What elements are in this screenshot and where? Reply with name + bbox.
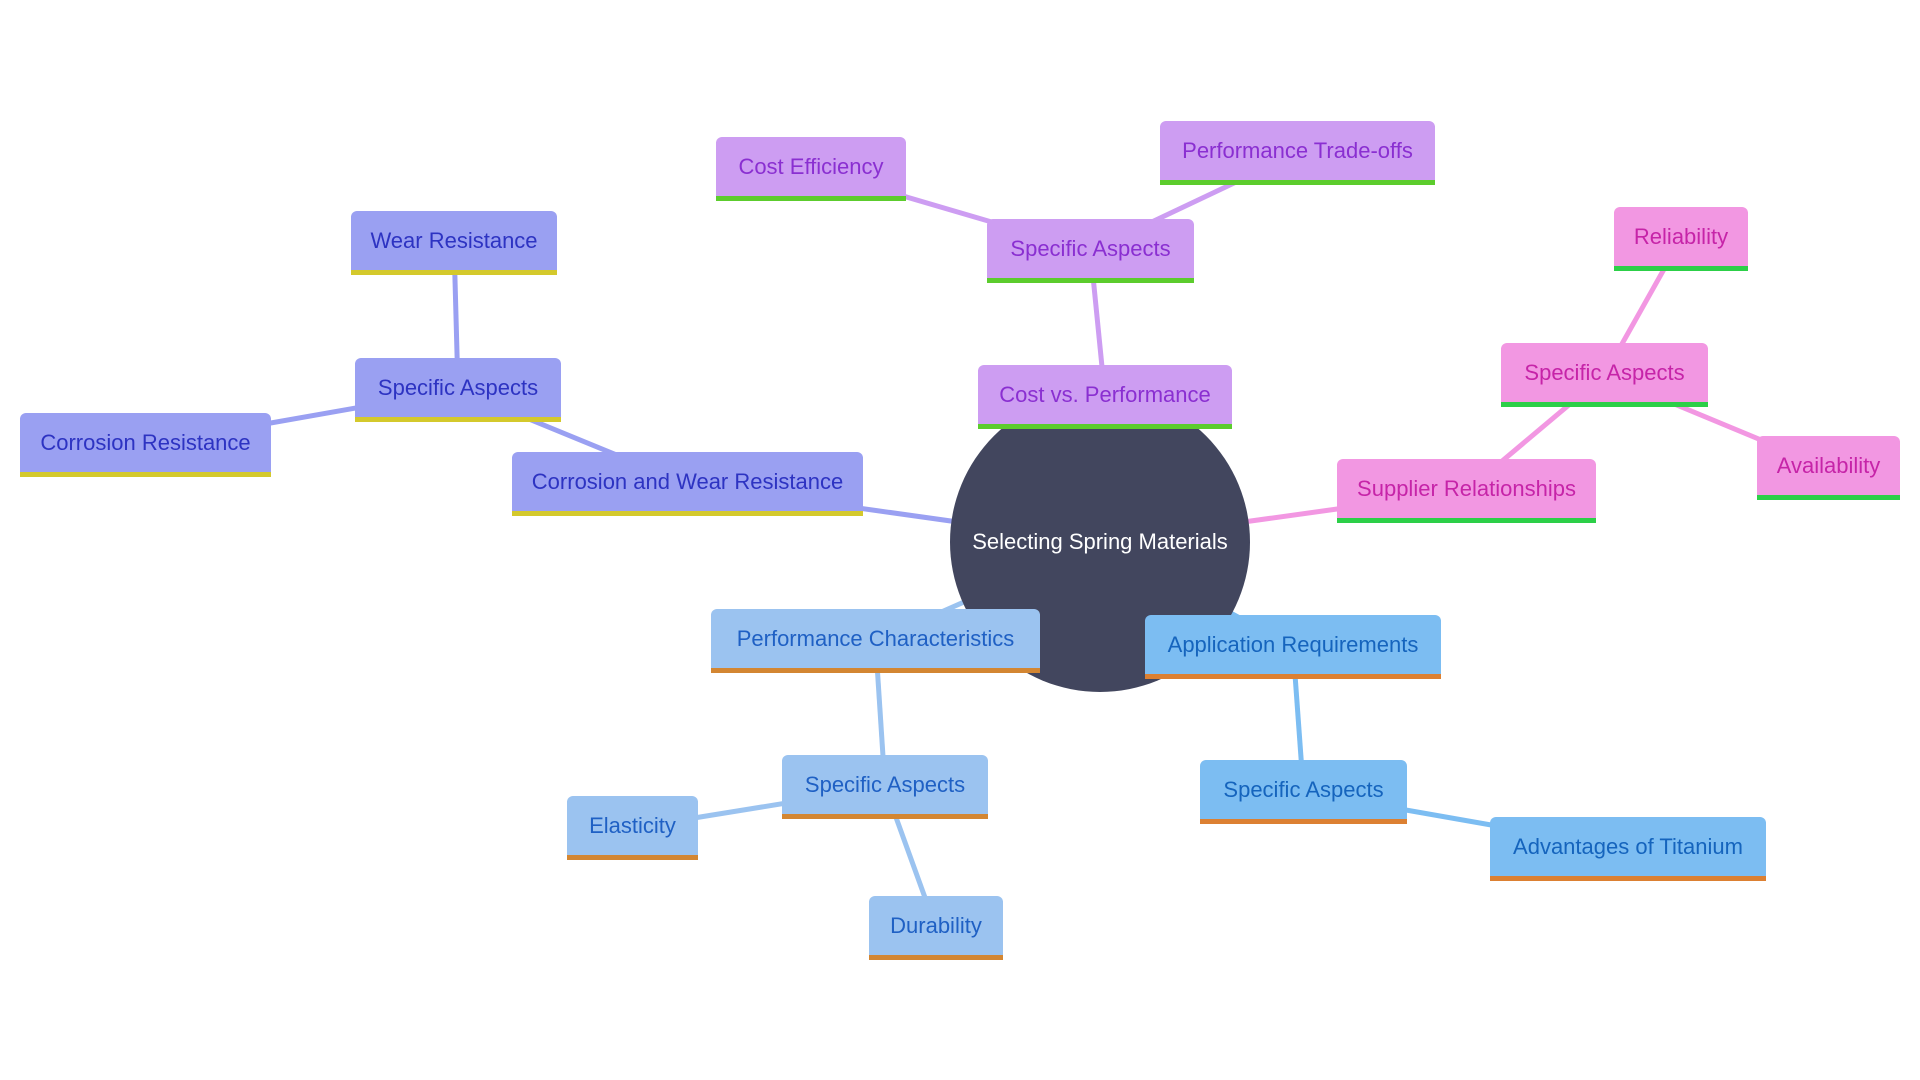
node-label: Performance Trade-offs (1182, 137, 1413, 163)
node-label: Specific Aspects (377, 374, 539, 400)
node-performance-trade-offs[interactable]: Performance Trade-offs (1160, 121, 1435, 185)
node-label: Cost vs. Performance (999, 381, 1211, 407)
node-label: Specific Aspects (1010, 235, 1171, 261)
node-corrosion-resistance[interactable]: Corrosion Resistance (20, 413, 271, 477)
node-label: Cost Efficiency (738, 153, 884, 179)
node-elasticity[interactable]: Elasticity (567, 796, 698, 860)
node-durability[interactable]: Durability (869, 896, 1003, 960)
node-label: Durability (890, 912, 982, 938)
node-label: Performance Characteristics (736, 625, 1015, 651)
node-performance-characteristics[interactable]: Performance Characteristics (711, 609, 1040, 673)
node-label: Specific Aspects (804, 771, 966, 797)
node-label: Elasticity (589, 812, 676, 838)
node-label: Specific Aspects (1223, 776, 1384, 802)
node-label: Availability (1776, 452, 1881, 478)
root-label: Selecting Spring Materials (972, 529, 1228, 554)
node-wear-resistance[interactable]: Wear Resistance (351, 211, 557, 275)
node-availability[interactable]: Availability (1757, 436, 1900, 500)
node-cost-efficiency[interactable]: Cost Efficiency (716, 137, 906, 201)
node-advantages-of-titanium[interactable]: Advantages of Titanium (1490, 817, 1766, 881)
node-label: Corrosion and Wear Resistance (531, 468, 844, 494)
node-label: Wear Resistance (370, 227, 538, 253)
node-cost-vs-performance[interactable]: Cost vs. Performance (978, 365, 1232, 429)
node-label: Specific Aspects (1524, 359, 1685, 385)
node-supplier-specific-aspects[interactable]: Specific Aspects (1501, 343, 1708, 407)
node-cost-specific-aspects[interactable]: Specific Aspects (987, 219, 1194, 283)
node-label: Advantages of Titanium (1513, 833, 1743, 859)
node-label: Application Requirements (1167, 631, 1419, 657)
node-performance-specific-aspects[interactable]: Specific Aspects (782, 755, 988, 819)
node-corrosion-specific-aspects[interactable]: Specific Aspects (355, 358, 561, 422)
node-label: Reliability (1633, 223, 1729, 249)
node-application-requirements[interactable]: Application Requirements (1145, 615, 1441, 679)
node-reliability[interactable]: Reliability (1614, 207, 1748, 271)
node-corrosion-and-wear-resistance[interactable]: Corrosion and Wear Resistance (512, 452, 863, 516)
node-application-specific-aspects[interactable]: Specific Aspects (1200, 760, 1407, 824)
node-label: Supplier Relationships (1357, 475, 1576, 501)
node-supplier-relationships[interactable]: Supplier Relationships (1337, 459, 1596, 523)
node-label: Corrosion Resistance (40, 429, 251, 455)
